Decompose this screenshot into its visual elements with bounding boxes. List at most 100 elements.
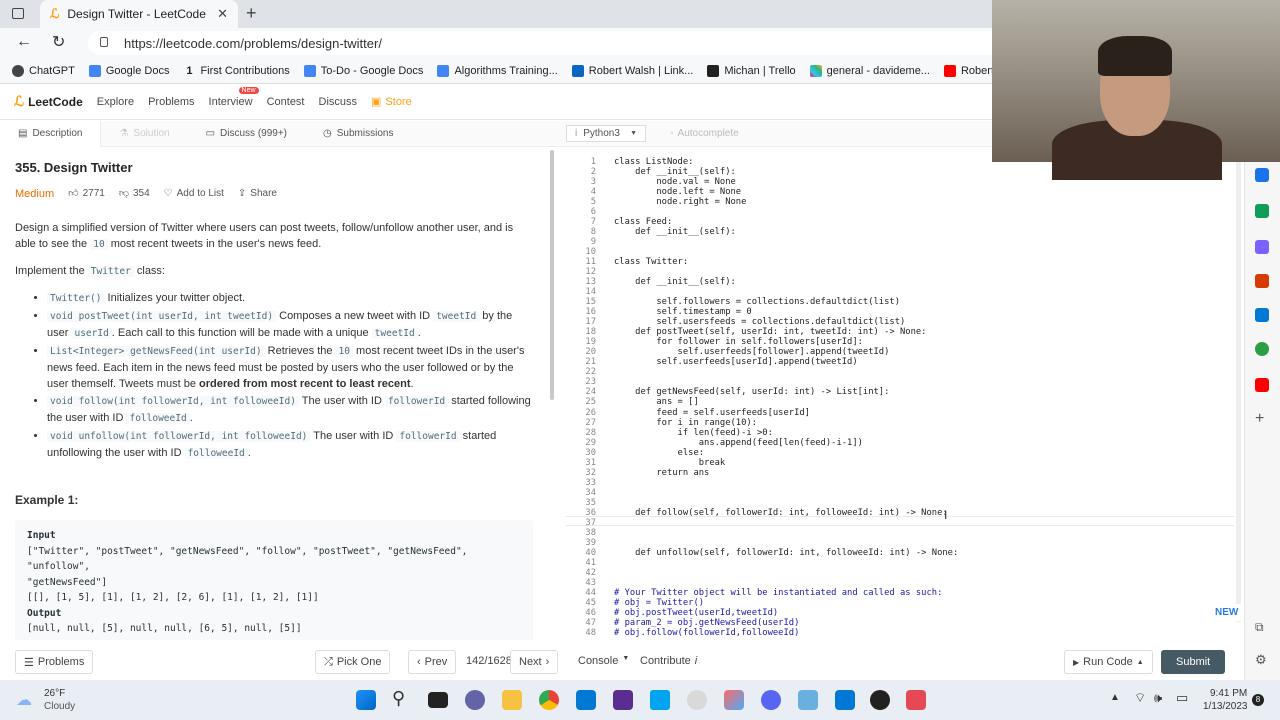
tree-icon[interactable] xyxy=(1255,342,1269,356)
pick-one-button[interactable]: ⤮ Pick One xyxy=(315,650,391,674)
code-line[interactable]: def postTweet(self, userId: int, tweetId… xyxy=(614,327,926,337)
code-line[interactable]: for i in range(10): xyxy=(614,418,757,428)
bookmark-slack[interactable]: general - davideme... xyxy=(809,64,930,77)
bookmark-linkedin[interactable]: Robert Walsh | Link... xyxy=(571,64,693,77)
settings-gear-icon[interactable]: ⚙ xyxy=(1255,652,1267,668)
back-icon[interactable]: ← xyxy=(16,33,32,51)
nav-interview[interactable]: Interview New xyxy=(209,86,259,108)
bookmark-algorithms[interactable]: Algorithms Training... xyxy=(437,64,558,77)
code-line[interactable]: self.timestamp = 0 xyxy=(614,307,751,317)
code-line[interactable]: node.left = None xyxy=(614,187,741,197)
code-line[interactable]: def __init__(self): xyxy=(614,277,736,287)
record-icon[interactable] xyxy=(870,690,890,710)
contribute-button[interactable]: Contribute i xyxy=(640,655,697,667)
code-line[interactable]: # obj = Twitter() xyxy=(614,598,704,608)
battery-icon[interactable]: ▭ xyxy=(1176,690,1188,706)
visual-studio-icon[interactable] xyxy=(613,690,633,710)
file-explorer-icon[interactable] xyxy=(502,690,522,710)
toolbox-icon[interactable] xyxy=(1255,204,1269,218)
autocomplete-toggle[interactable]: ◦ Autocomplete xyxy=(670,128,739,139)
code-editor[interactable]: 1 class ListNode: 2 def __init__(self): 3 n… xyxy=(566,152,1236,640)
nav-store[interactable]: ▣ Store xyxy=(371,95,412,109)
code-line[interactable]: # Your Twitter object will be instantiat… xyxy=(614,588,942,598)
people-icon[interactable] xyxy=(1255,240,1269,254)
reload-icon[interactable]: ↻ xyxy=(52,32,65,52)
code-line[interactable]: for follower in self.followers[userId]: xyxy=(614,337,863,347)
chevron-up-icon[interactable]: ▲ xyxy=(1110,692,1120,703)
nav-problems[interactable]: Problems xyxy=(148,96,194,108)
bookmark-trello[interactable]: Michan | Trello xyxy=(707,64,796,77)
leetcode-logo[interactable]: ℒ LeetCode xyxy=(14,93,83,110)
bookmark-google-docs[interactable]: Google Docs xyxy=(88,64,169,77)
nav-explore[interactable]: Explore xyxy=(97,96,134,108)
teams-icon[interactable] xyxy=(465,690,485,710)
code-line[interactable]: class Twitter: xyxy=(614,257,688,267)
code-line[interactable]: # obj.postTweet(userId,tweetId) xyxy=(614,608,778,618)
code-line[interactable]: return ans xyxy=(614,468,709,478)
prev-button[interactable]: ‹ Prev xyxy=(408,650,457,674)
console-button[interactable]: Console ▼ xyxy=(578,655,629,667)
new-tab-icon[interactable]: + xyxy=(246,3,257,24)
code-line[interactable]: break xyxy=(614,458,726,468)
run-code-button[interactable]: ▶ Run Code ▲ xyxy=(1064,650,1153,674)
close-tab-icon[interactable]: ✕ xyxy=(217,6,228,22)
code-line[interactable]: self.usersfeeds = collections.defaultdic… xyxy=(614,317,905,327)
like-button[interactable]: 👍︎ 2771 xyxy=(68,186,105,202)
editor-scrollbar[interactable] xyxy=(1236,152,1241,622)
code-line[interactable]: def unfollow(self, followerId: int, foll… xyxy=(614,548,958,558)
code-line[interactable]: if len(feed)-i >0: xyxy=(614,428,773,438)
chrome-icon[interactable] xyxy=(539,690,559,710)
code-line[interactable]: self.userfeeds[userId].append(tweetId) xyxy=(614,357,857,367)
tag-icon[interactable] xyxy=(1255,168,1269,182)
snipping-icon[interactable] xyxy=(906,690,926,710)
code-line[interactable]: ans = [] xyxy=(614,397,698,407)
photos-icon[interactable] xyxy=(724,690,744,710)
code-line[interactable]: feed = self.userfeeds[userId] xyxy=(614,408,810,418)
code-line[interactable]: def follow(self, followerId: int, follow… xyxy=(614,508,948,518)
add-to-list-button[interactable]: ♡ Add to List xyxy=(164,186,224,202)
start-icon[interactable] xyxy=(356,690,376,710)
code-line[interactable]: def __init__(self): xyxy=(614,167,736,177)
dislike-button[interactable]: 👎︎ 354 xyxy=(119,186,150,202)
wifi-icon[interactable]: ⌔ xyxy=(1134,690,1146,706)
bookmark-first-contributions[interactable]: 1 First Contributions xyxy=(183,65,289,77)
code-line[interactable]: # obj.follow(followerId,followeeId) xyxy=(614,628,799,638)
code-line[interactable]: self.userfeeds[follower].append(tweetId) xyxy=(614,347,890,357)
submit-button[interactable]: Submit xyxy=(1161,650,1226,674)
store-icon[interactable] xyxy=(576,690,596,710)
weather-temp[interactable]: 26°F xyxy=(44,688,65,699)
code-line[interactable]: ans.append(feed[len(feed)-i-1]) xyxy=(614,438,863,448)
tab-description[interactable]: ▤ Description xyxy=(0,120,102,147)
task-view-icon[interactable] xyxy=(428,692,448,708)
office-icon[interactable] xyxy=(1255,274,1269,288)
code-line[interactable]: self.followers = collections.defaultdict… xyxy=(614,297,900,307)
clock-time[interactable]: 9:41 PM xyxy=(1210,688,1247,699)
language-select[interactable]: i Python3 ▼ xyxy=(566,125,646,142)
search-icon[interactable]: ⚲ xyxy=(392,688,405,709)
code-line[interactable]: def __init__(self): xyxy=(614,227,736,237)
share-button[interactable]: ⇪ Share xyxy=(238,186,277,202)
youtube-icon[interactable] xyxy=(1255,378,1269,392)
new-badge-button[interactable]: NEW xyxy=(1211,604,1243,621)
code-line[interactable]: class ListNode: xyxy=(614,157,693,167)
app-icon[interactable] xyxy=(650,690,670,710)
nav-discuss[interactable]: Discuss xyxy=(319,96,358,108)
media-icon[interactable] xyxy=(687,690,707,710)
split-screen-icon[interactable]: ⧉ xyxy=(1255,620,1264,635)
discord-icon[interactable] xyxy=(761,690,781,710)
vm-icon[interactable] xyxy=(835,690,855,710)
code-line[interactable]: def getNewsFeed(self, userId: int) -> Li… xyxy=(614,387,889,397)
code-line[interactable]: else: xyxy=(614,448,705,458)
code-line[interactable]: class Feed: xyxy=(614,217,672,227)
browser-tab[interactable]: ℒ Design Twitter - LeetCode ✕ xyxy=(40,0,238,28)
problems-button[interactable]: ☰ Problems xyxy=(15,650,94,674)
notification-badge[interactable]: 8 xyxy=(1252,694,1264,706)
outlook-icon[interactable] xyxy=(1255,308,1269,322)
tab-actions-icon[interactable] xyxy=(12,8,24,19)
code-line[interactable]: node.val = None xyxy=(614,177,735,187)
nav-contest[interactable]: Contest xyxy=(267,96,305,108)
description-scrollbar[interactable] xyxy=(550,150,554,400)
add-icon[interactable]: + xyxy=(1255,410,1264,428)
bookmark-todo[interactable]: To-Do - Google Docs xyxy=(303,64,423,77)
next-button[interactable]: Next › xyxy=(510,650,559,674)
